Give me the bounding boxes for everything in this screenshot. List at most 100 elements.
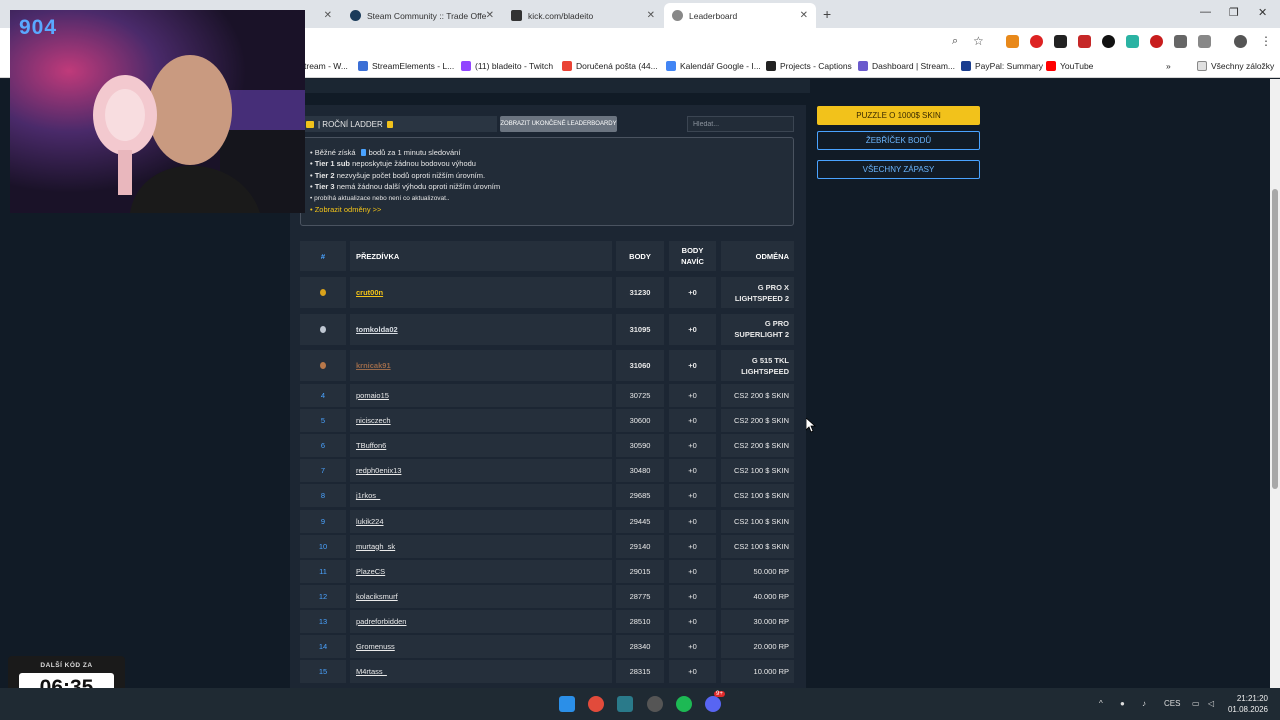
player-nick-link[interactable]: padreforbidden xyxy=(350,609,612,633)
tab-close-icon[interactable]: ✕ xyxy=(647,10,655,21)
ladder-tab[interactable]: | ROČNÍ LADDER xyxy=(300,116,497,132)
new-tab-button[interactable]: + xyxy=(823,6,831,22)
menu-kebab-icon[interactable]: ⋮ xyxy=(1260,34,1272,48)
bookmark-item[interactable]: Dashboard | Stream... xyxy=(858,61,955,71)
header-reward: ODMĚNA xyxy=(721,241,794,271)
player-nick-link[interactable]: kolaciksmurf xyxy=(350,584,612,608)
extension-icon[interactable] xyxy=(1006,35,1019,48)
player-bonus: +0 xyxy=(669,484,716,508)
extensions-puzzle-icon[interactable] xyxy=(1198,35,1211,48)
player-points: 28775 xyxy=(616,584,664,608)
window-close-icon[interactable]: ✕ xyxy=(1258,6,1267,19)
top-strip xyxy=(290,79,810,93)
volume-icon[interactable]: ◁ xyxy=(1208,699,1214,708)
language-indicator[interactable]: CES xyxy=(1164,699,1180,708)
streamelements-icon xyxy=(858,61,868,71)
player-rank: 13 xyxy=(300,609,346,633)
medal-icon xyxy=(320,289,326,296)
bookmark-item[interactable]: StreamElements - L... xyxy=(358,61,454,71)
scrollbar-thumb[interactable] xyxy=(1272,189,1278,489)
taskbar-clock[interactable]: 21:21:20 01.08.2026 xyxy=(1226,693,1268,715)
player-nick-link[interactable]: crut00n xyxy=(350,277,612,308)
player-bonus: +0 xyxy=(669,459,716,483)
show-rewards-link[interactable]: • Zobrazit odměny >> xyxy=(310,204,793,215)
bookmark-item[interactable]: Kalendář Google - I... xyxy=(666,61,761,71)
steam-tray-icon[interactable]: ● xyxy=(1120,699,1125,708)
bookmark-item[interactable]: Doručená pošta (44... xyxy=(562,61,658,71)
player-bonus: +0 xyxy=(669,635,716,658)
bookmark-item[interactable]: PayPal: Summary xyxy=(961,61,1043,71)
globe-icon xyxy=(672,10,683,21)
player-reward: CS2 200 $ SKIN xyxy=(721,384,794,407)
tab-close-icon[interactable]: ✕ xyxy=(324,10,332,21)
network-icon[interactable]: ▭ xyxy=(1192,699,1200,708)
all-bookmarks-button[interactable]: Všechny záložky xyxy=(1197,61,1274,71)
browser-tab-steam[interactable]: Steam Community :: Trade Offe ✕ xyxy=(342,3,502,28)
chrome-icon[interactable] xyxy=(588,696,604,712)
extension-icon[interactable] xyxy=(1150,35,1163,48)
player-nick-link[interactable]: PlazeCS xyxy=(350,559,612,583)
player-bonus: +0 xyxy=(669,409,716,433)
discord-icon[interactable] xyxy=(705,696,721,712)
extension-icon[interactable] xyxy=(1126,35,1139,48)
browser-tab-leaderboard[interactable]: Leaderboard ✕ xyxy=(664,3,816,28)
folder-icon xyxy=(306,120,314,128)
player-rank: 15 xyxy=(300,660,346,684)
bookmark-item[interactable]: tream - W... xyxy=(304,61,348,71)
player-points: 31095 xyxy=(616,313,664,345)
extension-icon[interactable] xyxy=(1030,35,1043,48)
notification-badge: 9+ xyxy=(714,691,725,697)
page-scrollbar[interactable] xyxy=(1270,79,1280,688)
webcam-image xyxy=(10,10,305,213)
all-matches-button[interactable]: VŠECHNY ZÁPASY xyxy=(817,160,980,179)
medal-icon xyxy=(320,325,326,333)
player-rank: 11 xyxy=(300,559,346,583)
player-nick-link[interactable]: M4rtass_ xyxy=(350,660,612,684)
player-rank: 5 xyxy=(300,409,346,433)
player-nick-link[interactable]: pomaio15 xyxy=(350,384,612,407)
player-nick-link[interactable]: nicisczech xyxy=(350,409,612,433)
extension-icon[interactable] xyxy=(1174,35,1187,48)
bookmark-item[interactable]: (11) bladeito - Twitch xyxy=(461,61,553,71)
player-bonus: +0 xyxy=(669,584,716,608)
extension-icon[interactable] xyxy=(1078,35,1091,48)
info-line: • Tier 3 nemá žádnou další výhodu oproti… xyxy=(310,182,501,192)
tab-close-icon[interactable]: ✕ xyxy=(486,10,494,21)
bookmarks-more-button[interactable]: » xyxy=(1166,61,1171,71)
tab-close-icon[interactable]: ✕ xyxy=(800,10,808,21)
player-nick-link[interactable]: tomkolda02 xyxy=(350,313,612,345)
player-bonus: +0 xyxy=(669,559,716,583)
info-line: • Tier 2 nezvyšuje počet bodů oproti niž… xyxy=(310,170,486,180)
webcam-overlay: 904 xyxy=(10,10,305,213)
bookmark-star-icon[interactable]: ☆ xyxy=(973,34,984,48)
bookmark-item[interactable]: YouTube xyxy=(1046,61,1093,71)
player-nick-link[interactable]: redph0enix13 xyxy=(350,459,612,483)
player-nick-link[interactable]: TBuffon6 xyxy=(350,434,612,458)
puzzle-button[interactable]: PUZZLE O 1000$ SKIN xyxy=(817,106,980,125)
show-ended-leaderboards-button[interactable]: ZOBRAZIT UKONČENÉ LEADERBOARDY xyxy=(500,116,617,132)
search-input[interactable] xyxy=(687,116,794,132)
player-reward: CS2 100 $ SKIN xyxy=(721,534,794,558)
avatar[interactable] xyxy=(1234,35,1247,48)
app-icon[interactable] xyxy=(617,696,633,712)
player-nick-link[interactable]: krnicak91 xyxy=(350,350,612,381)
microphone-icon[interactable]: ♪ xyxy=(1142,699,1146,708)
browser-tab-kick[interactable]: kick.com/bladeito ✕ xyxy=(503,3,663,28)
zoom-icon[interactable]: ⌕ xyxy=(952,35,958,48)
extension-icon[interactable] xyxy=(1102,35,1115,48)
tray-chevron-icon[interactable]: ^ xyxy=(1099,699,1103,708)
player-nick-link[interactable]: Gromenuss xyxy=(350,635,612,658)
spotify-icon[interactable] xyxy=(676,696,692,712)
player-nick-link[interactable]: j1rkos_ xyxy=(350,484,612,508)
obs-icon[interactable] xyxy=(647,696,663,712)
windows-start-icon[interactable] xyxy=(559,696,575,712)
maximize-icon[interactable]: ❐ xyxy=(1229,6,1239,19)
extension-icon[interactable] xyxy=(1054,35,1067,48)
points-ladder-button[interactable]: ŽEBŘÍČEK BODŮ xyxy=(817,131,980,150)
minimize-icon[interactable]: — xyxy=(1200,6,1211,18)
bookmark-item[interactable]: Projects - Captions xyxy=(766,61,852,71)
player-nick-link[interactable]: murtagh_sk xyxy=(350,534,612,558)
cam-counter: 904 xyxy=(19,16,58,39)
player-points: 28315 xyxy=(616,660,664,684)
player-nick-link[interactable]: lukik224 xyxy=(350,509,612,533)
